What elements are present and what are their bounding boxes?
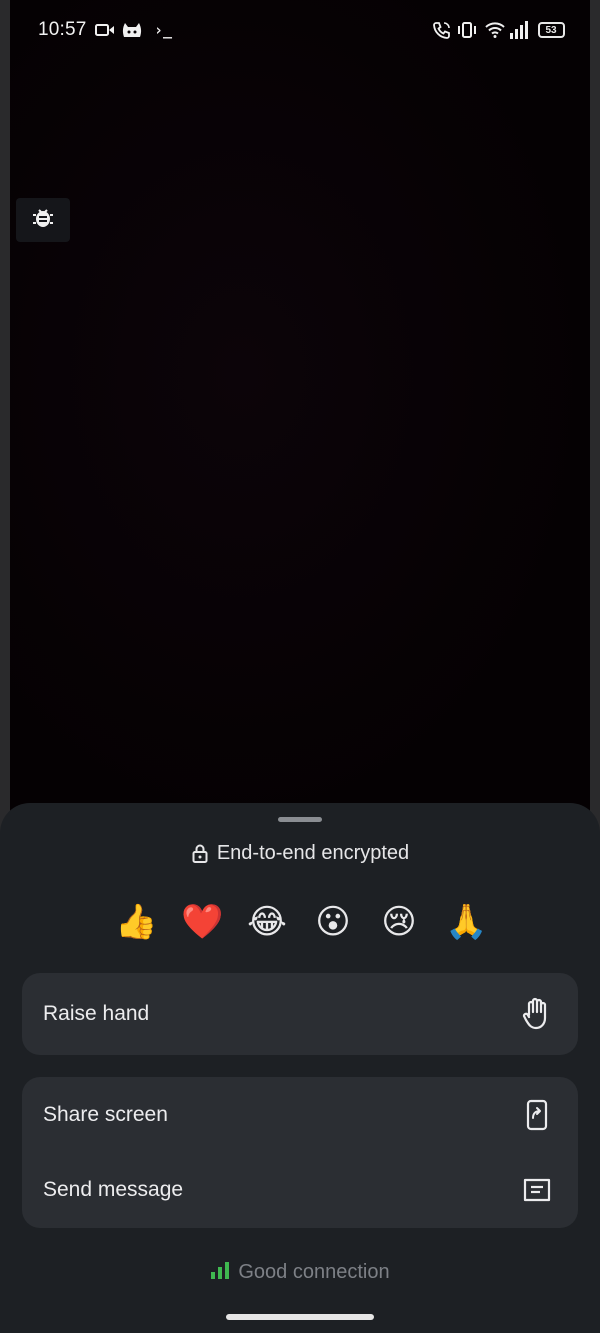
reaction-crying-face[interactable]: 😢: [379, 899, 419, 945]
share-screen-label: Share screen: [43, 1103, 168, 1126]
raise-hand-button[interactable]: Raise hand: [22, 978, 578, 1050]
reaction-folded-hands[interactable]: 🙏: [445, 899, 487, 945]
signal-bars-icon: [210, 1261, 230, 1284]
home-indicator[interactable]: [226, 1314, 374, 1320]
reaction-thumbs-up[interactable]: 👍: [115, 899, 157, 945]
signal-icon: [508, 20, 530, 40]
call-video-area[interactable]: [10, 0, 590, 830]
lock-icon: [191, 843, 209, 863]
video-camera-icon: [94, 20, 116, 40]
message-icon: [520, 1173, 554, 1207]
send-message-label: Send message: [43, 1178, 184, 1201]
reaction-red-heart[interactable]: ❤️: [181, 899, 223, 945]
reaction-tears-of-joy[interactable]: 😂: [247, 899, 287, 945]
cat-icon: [120, 20, 144, 40]
status-bar: 10:57 ›_ 53: [10, 0, 590, 60]
reaction-bar: 👍 ❤️ 😂 😮 😢 🙏: [0, 899, 600, 945]
raise-hand-label: Raise hand: [43, 1002, 150, 1025]
wifi-icon: [484, 20, 506, 40]
actions-card: Share screen Send message: [22, 1077, 578, 1228]
encryption-text: End-to-end encrypted: [216, 841, 410, 864]
battery-level: 53: [545, 24, 557, 36]
status-time: 10:57: [38, 19, 87, 40]
battery-icon: 53: [536, 20, 566, 40]
encryption-status: End-to-end encrypted: [0, 839, 600, 867]
bug-icon: [30, 205, 56, 236]
sheet-drag-handle[interactable]: [278, 817, 322, 822]
connection-status: Good connection: [0, 1258, 600, 1286]
call-icon: [432, 20, 452, 40]
vibrate-icon: [456, 20, 478, 40]
send-message-button[interactable]: Send message: [22, 1154, 578, 1226]
reaction-open-mouth[interactable]: 😮: [313, 899, 353, 945]
share-screen-icon: [520, 1098, 554, 1132]
call-controls-sheet: End-to-end encrypted 👍 ❤️ 😂 😮 😢 🙏 Raise …: [0, 803, 600, 1333]
connection-text: Good connection: [238, 1260, 390, 1283]
hand-icon: [520, 997, 554, 1031]
terminal-icon: ›_: [153, 21, 173, 39]
debug-button[interactable]: [16, 198, 70, 242]
share-screen-button[interactable]: Share screen: [22, 1079, 578, 1151]
raise-hand-card: Raise hand: [22, 973, 578, 1055]
